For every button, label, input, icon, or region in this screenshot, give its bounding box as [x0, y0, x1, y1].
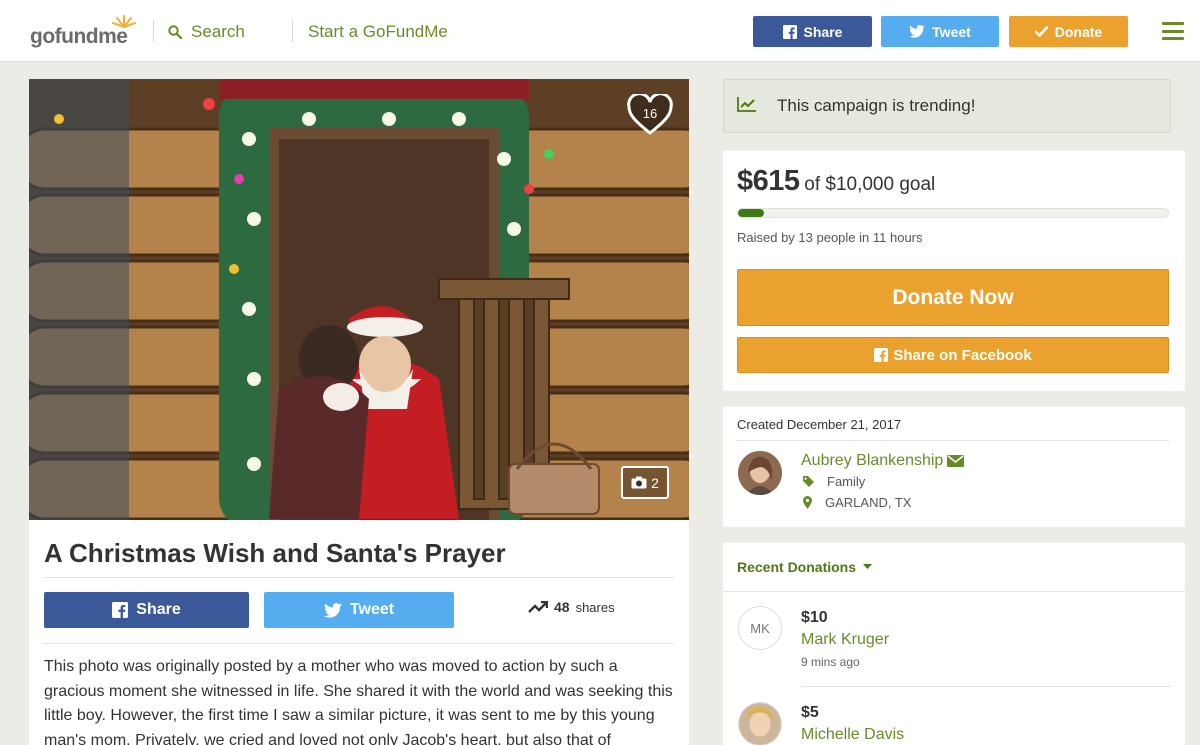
search-icon	[168, 25, 182, 39]
recent-donations-dropdown[interactable]: Recent Donations	[737, 559, 873, 575]
donor-photo	[739, 703, 781, 745]
created-date: Created December 21, 2017	[737, 417, 902, 432]
camera-icon	[631, 476, 647, 489]
hamburger-menu-icon[interactable]	[1162, 22, 1184, 40]
search-label: Search	[191, 22, 245, 41]
divider	[44, 577, 674, 578]
divider	[44, 643, 674, 644]
organizer-location-label: GARLAND, TX	[825, 495, 912, 510]
raised-amount: $615	[737, 165, 800, 197]
divider	[737, 440, 1169, 441]
santa-photo-illustration	[29, 79, 689, 520]
trending-text: This campaign is trending!	[777, 96, 976, 115]
campaign-story: This photo was originally posted by a mo…	[44, 658, 673, 745]
campaign-title: A Christmas Wish and Santa's Prayer	[44, 538, 506, 568]
trending-arrow-icon	[528, 601, 548, 613]
organizer-location: GARLAND, TX	[803, 495, 911, 510]
donation-amount: $10	[801, 609, 828, 626]
share-count-suffix: shares	[575, 599, 615, 615]
share-count: 48 shares	[528, 599, 615, 615]
favorite-count: 16	[642, 106, 658, 121]
photo-count: 2	[651, 474, 659, 491]
gofundme-logo[interactable]: gofundme	[30, 14, 140, 48]
organizer-category-label: Family	[827, 474, 866, 489]
goal-text: of $10,000 goal	[804, 174, 936, 195]
share-facebook-button[interactable]: Share	[44, 592, 249, 628]
donor-avatar: MK	[738, 606, 782, 650]
donate-now-button[interactable]: Donate Now	[737, 269, 1169, 326]
divider	[723, 591, 1185, 592]
header-divider	[292, 20, 293, 42]
divider	[801, 686, 1171, 687]
trending-chart-icon	[737, 97, 756, 112]
photo-gallery-button[interactable]: 2	[621, 466, 669, 499]
twitter-icon	[323, 602, 342, 618]
donation-amount: $5	[801, 704, 819, 721]
amount-raised: $615 of $10,000 goal	[737, 165, 935, 198]
tweet-label: Tweet	[349, 601, 395, 618]
envelope-icon[interactable]	[947, 455, 965, 467]
organizer-category: Family	[803, 474, 865, 489]
organizer-photo	[738, 451, 782, 495]
location-pin-icon	[803, 496, 812, 509]
tweet-button[interactable]: Tweet	[264, 592, 454, 628]
header-tweet-label: Tweet	[932, 23, 971, 40]
search-link[interactable]: Search	[168, 22, 245, 42]
progress-bar	[737, 208, 1169, 218]
organizer-avatar[interactable]	[738, 451, 782, 495]
raised-by-text: Raised by 13 people in 11 hours	[737, 230, 923, 245]
header-tweet-button[interactable]: Tweet	[881, 16, 999, 47]
donor-name[interactable]: Michelle Davis	[801, 726, 904, 744]
header-share-button[interactable]: Share	[753, 16, 872, 47]
share-count-number: 48	[554, 599, 570, 615]
header-donate-label: Donate	[1054, 23, 1103, 40]
donor-avatar	[738, 702, 782, 745]
share-on-facebook-button[interactable]: Share on Facebook	[737, 337, 1169, 373]
logo-text: gofundme	[30, 25, 128, 48]
share-on-facebook-label: Share on Facebook	[893, 346, 1032, 364]
header-donate-button[interactable]: Donate	[1009, 16, 1128, 47]
start-gofundme-link[interactable]: Start a GoFundMe	[308, 22, 448, 42]
facebook-icon	[112, 602, 129, 618]
twitter-icon	[909, 25, 925, 38]
tag-icon	[803, 476, 814, 487]
recent-donations-label: Recent Donations	[737, 559, 857, 575]
checkmark-icon	[1034, 26, 1048, 37]
caret-down-icon	[863, 564, 873, 569]
facebook-icon	[874, 348, 889, 362]
organizer-name-link[interactable]: Aubrey Blankenship	[801, 452, 965, 470]
facebook-icon	[782, 24, 797, 39]
progress-bar-fill	[738, 209, 765, 217]
share-label: Share	[136, 601, 181, 618]
donor-name[interactable]: Mark Kruger	[801, 631, 889, 649]
header-share-label: Share	[803, 23, 843, 40]
header-divider	[153, 20, 154, 42]
organizer-name: Aubrey Blankenship	[801, 452, 944, 469]
campaign-photo[interactable]	[29, 79, 689, 520]
donation-time: 9 mins ago	[801, 655, 860, 669]
